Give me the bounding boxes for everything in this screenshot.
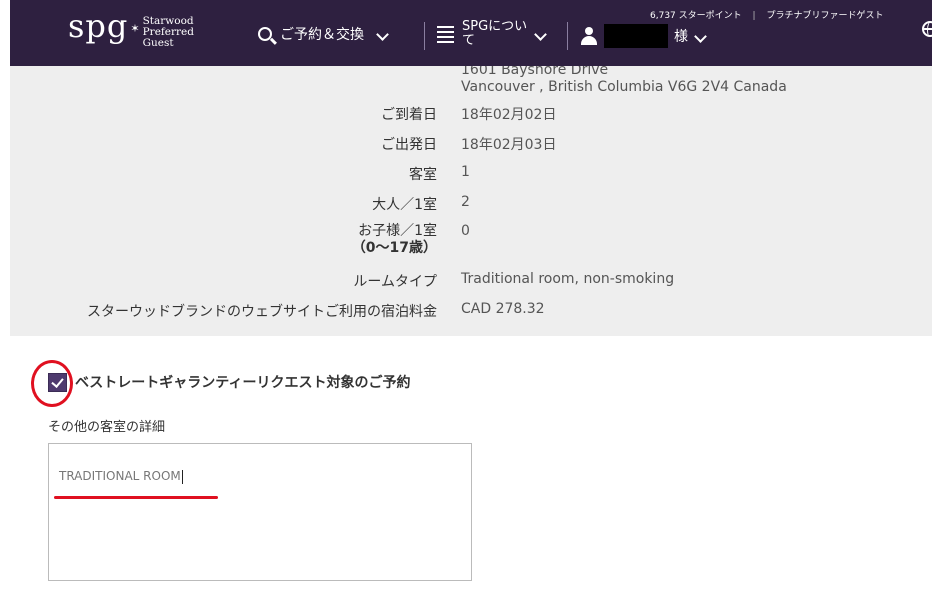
- annotation-underline: [54, 496, 218, 499]
- row-value: 18年02月02日: [461, 107, 557, 123]
- best-rate-checkbox[interactable]: [48, 372, 67, 392]
- row-label: ご到着日: [381, 107, 437, 123]
- room-details-text: TRADITIONAL ROOM: [59, 469, 181, 483]
- nav-reservations[interactable]: ご予約＆交換: [258, 24, 389, 44]
- points-balance[interactable]: 6,737 スターポイント: [650, 11, 742, 21]
- logo-mark: spg: [68, 7, 129, 45]
- hotel-address-line2: Vancouver , British Columbia V6G 2V4 Can…: [461, 79, 787, 95]
- spg-logo[interactable]: spg ✶ Starwood Preferred Guest: [68, 10, 194, 49]
- row-value: 2: [461, 194, 470, 210]
- children-age-range: （0〜17歳）: [351, 240, 437, 256]
- nav-divider: [424, 22, 425, 50]
- redacted-username: [604, 24, 668, 48]
- user-icon: [580, 27, 598, 45]
- row-label: 客室: [409, 167, 437, 183]
- children-label: お子様／1室: [358, 223, 437, 239]
- chevron-down-icon: [376, 27, 389, 41]
- chevron-down-icon: [534, 27, 547, 41]
- user-suffix: 様: [674, 29, 688, 45]
- nav-about-label: SPGについて: [462, 19, 528, 48]
- row-label: 大人／1室: [372, 197, 437, 213]
- row-label: ルームタイプ: [353, 274, 437, 290]
- left-margin: [0, 0, 10, 592]
- nav-divider: [567, 22, 568, 50]
- logo-wordmark: Starwood Preferred Guest: [143, 16, 194, 49]
- row-label: スターウッドブランドのウェブサイトご利用の宿泊料金: [87, 304, 437, 320]
- search-icon: [258, 27, 272, 41]
- separator: |: [752, 11, 756, 21]
- site-header: spg ✶ Starwood Preferred Guest 6,737 スター…: [10, 0, 932, 66]
- hotel-address-line1: 1601 Bayshore Drive: [461, 66, 609, 78]
- room-details-value: TRADITIONAL ROOM: [59, 469, 183, 484]
- row-value: 1: [461, 164, 470, 180]
- member-level[interactable]: プラチナブリファードゲスト: [766, 11, 883, 21]
- member-status: 6,737 スターポイント | プラチナブリファードゲスト: [650, 8, 883, 21]
- star-icon: ✶: [130, 22, 140, 35]
- room-details-textarea[interactable]: TRADITIONAL ROOM: [48, 443, 472, 581]
- best-rate-checkbox-label[interactable]: ベストレートギャランティーリクエスト対象のご予約: [75, 372, 410, 392]
- reservation-summary: 1601 Bayshore Drive Vancouver , British …: [10, 66, 932, 336]
- nav-reservations-label: ご予約＆交換: [280, 27, 364, 43]
- best-rate-guarantee-option[interactable]: ベストレートギャランティーリクエスト対象のご予約: [48, 372, 410, 392]
- nav-about-spg[interactable]: SPGについて: [437, 19, 547, 48]
- room-details-label: その他の客室の詳細: [48, 420, 166, 435]
- logo-line: Guest: [142, 37, 174, 49]
- row-value: CAD 278.32: [461, 301, 545, 317]
- chevron-down-icon: [694, 29, 707, 43]
- text-caret: [181, 469, 183, 484]
- row-value: 0: [461, 223, 470, 239]
- row-label: お子様／1室 （0〜17歳）: [352, 223, 437, 257]
- row-label: ご出発日: [381, 137, 437, 153]
- nav-account[interactable]: 様: [580, 24, 707, 48]
- menu-icon: [437, 25, 454, 43]
- row-value: 18年02月03日: [461, 137, 557, 153]
- globe-icon[interactable]: [922, 21, 932, 37]
- row-value: Traditional room, non-smoking: [461, 271, 675, 287]
